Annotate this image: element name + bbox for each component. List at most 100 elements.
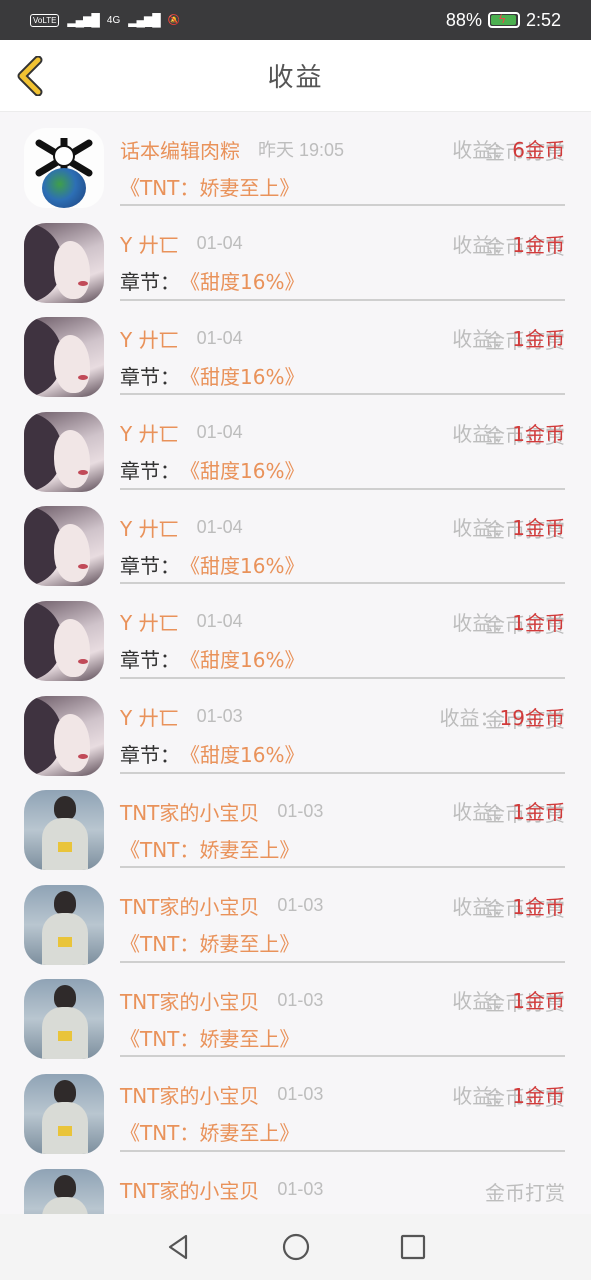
sender-name[interactable]: Y 廾匸 — [120, 324, 179, 353]
earning-label: 收益： — [452, 516, 513, 541]
list-item[interactable]: TNT家的小宝贝 01-03 金币打赏 《TNT：娇妻至上》 收益：1金币 — [0, 869, 591, 965]
timestamp: 01-03 — [196, 706, 243, 727]
chapter-prefix: 章节： — [120, 364, 180, 389]
battery-icon: ϟ — [487, 12, 520, 28]
earning-value: 1金币 — [512, 989, 565, 1014]
avatar[interactable] — [24, 600, 104, 681]
avatar[interactable] — [24, 884, 104, 965]
status-right: 88% ϟ 2:52 — [446, 10, 561, 31]
avatar[interactable] — [24, 1073, 104, 1154]
work-title[interactable]: 《甜度16%》 — [180, 266, 304, 295]
list-item-content: Y 廾匸 01-04 金币打赏 章节： 《甜度16%》 收益：1金币 — [120, 227, 565, 301]
list-item[interactable]: Y 廾匸 01-03 金币打赏 章节： 《甜度16%》 收益：19金币 — [0, 680, 591, 776]
timestamp: 01-04 — [196, 516, 243, 537]
battery-percent: 88% — [445, 9, 482, 30]
sender-name[interactable]: TNT家的小宝贝 — [120, 1175, 259, 1204]
work-title[interactable]: 《TNT：娇妻至上》 — [120, 834, 299, 863]
sender-name[interactable]: Y 廾匸 — [120, 229, 179, 258]
work-title[interactable]: 《甜度16%》 — [180, 361, 304, 390]
list-item-content: Y 廾匸 01-03 金币打赏 章节： 《甜度16%》 收益：19金币 — [120, 700, 565, 774]
avatar[interactable] — [24, 695, 104, 776]
earning-label: 收益： — [452, 232, 513, 257]
avatar[interactable] — [24, 790, 104, 871]
avatar[interactable] — [24, 222, 104, 303]
square-recents-icon[interactable] — [398, 1232, 428, 1262]
earning-value: 1金币 — [512, 800, 565, 825]
list-item[interactable]: TNT家的小宝贝 01-03 金币打赏 《TNT：娇妻至上》 收益：1金币 — [0, 774, 591, 871]
list-item-content: Y 廾匸 01-04 金币打赏 章节： 《甜度16%》 收益：1金币 — [120, 321, 565, 396]
avatar[interactable] — [24, 411, 104, 492]
timestamp: 昨天 19:05 — [258, 140, 345, 160]
list-item[interactable]: Y 廾匸 01-04 金币打赏 章节： 《甜度16%》 收益：1金币 — [0, 585, 591, 681]
list-item[interactable]: Y 廾匸 01-04 金币打赏 章节： 《甜度16%》 收益：1金币 — [0, 207, 591, 303]
sender-name[interactable]: Y 廾匸 — [120, 418, 179, 447]
list-item-content: Y 廾匸 01-04 金币打赏 章节： 《甜度16%》 收益：1金币 — [120, 510, 565, 585]
sender-name[interactable]: Y 廾匸 — [120, 513, 179, 542]
work-title[interactable]: 《TNT：娇妻至上》 — [120, 928, 299, 957]
earning: 收益：1金币 — [452, 607, 565, 636]
earning-label: 收益： — [452, 1083, 513, 1108]
sender-name[interactable]: 话本编辑肉粽 — [120, 135, 240, 164]
sender-name[interactable]: TNT家的小宝贝 — [120, 797, 259, 826]
earning: 收益：19金币 — [440, 702, 565, 731]
avatar[interactable] — [24, 317, 104, 398]
sender-name[interactable]: TNT家的小宝贝 — [120, 1080, 259, 1109]
chevron-left-icon[interactable] — [14, 56, 48, 96]
volte-badge: VoLTE — [30, 13, 60, 27]
list-item[interactable]: TNT家的小宝贝 01-03 金币打赏 《TNT：娇妻至上》 收益：1金币 — [0, 1058, 591, 1154]
earning-label: 收益： — [452, 327, 513, 352]
system-nav-bar — [0, 1214, 591, 1280]
earning-label: 收益： — [452, 989, 513, 1014]
earning-value: 1金币 — [512, 232, 565, 257]
signal-icon: ▂▄▆█ — [67, 13, 99, 27]
sender-name[interactable]: Y 廾匸 — [120, 607, 179, 636]
sender-name[interactable]: TNT家的小宝贝 — [120, 891, 259, 920]
triangle-back-icon[interactable] — [164, 1232, 194, 1262]
circle-home-icon[interactable] — [281, 1232, 311, 1262]
earning: 收益：1金币 — [452, 323, 565, 352]
earning-value: 1金币 — [512, 516, 565, 541]
list-item-content: TNT家的小宝贝 01-03 金币打赏 《TNT：娇妻至上》 收益：1金币 — [120, 983, 565, 1058]
work-title[interactable]: 《TNT：娇妻至上》 — [120, 1023, 299, 1052]
chapter-prefix: 章节： — [120, 553, 180, 578]
list-item-content: Y 廾匸 01-04 金币打赏 章节： 《甜度16%》 收益：1金币 — [120, 416, 565, 490]
app-header: 收益 — [0, 40, 591, 112]
list-item-content: TNT家的小宝贝 01-03 金币打赏 《TNT：娇妻至上》 收益：1金币 — [120, 1078, 565, 1152]
work-title[interactable]: 《甜度16%》 — [180, 550, 304, 579]
timestamp: 01-04 — [196, 327, 243, 348]
list-item[interactable]: Y 廾匸 01-04 金币打赏 章节： 《甜度16%》 收益：1金币 — [0, 396, 591, 492]
avatar[interactable] — [24, 128, 104, 208]
earning: 收益：1金币 — [452, 418, 565, 447]
avatar[interactable] — [24, 979, 104, 1060]
reward-type: 金币打赏 — [485, 1180, 565, 1205]
earning-label: 收益： — [452, 610, 513, 635]
list-item-content: 话本编辑肉粽 昨天 19:05 金币打赏 《TNT：娇妻至上》 收益：6金币 — [120, 132, 565, 206]
work-title[interactable]: 《TNT：娇妻至上》 — [120, 172, 299, 201]
earning-value: 1金币 — [512, 1083, 565, 1108]
list-item[interactable]: TNT家的小宝贝 01-03 金币打赏 《TNT：娇妻至上》 收益：1金币 — [0, 963, 591, 1060]
list-item[interactable]: Y 廾匸 01-04 金币打赏 章节： 《甜度16%》 收益：1金币 — [0, 301, 591, 398]
clock: 2:52 — [525, 9, 561, 30]
earning: 收益：1金币 — [452, 985, 565, 1014]
list-item[interactable]: Y 廾匸 01-04 金币打赏 章节： 《甜度16%》 收益：1金币 — [0, 490, 591, 587]
timestamp: 01-03 — [277, 1179, 324, 1200]
earning: 收益：1金币 — [452, 796, 565, 825]
earnings-list: 话本编辑肉粽 昨天 19:05 金币打赏 《TNT：娇妻至上》 收益：6金币 Y 廾匸 01… — [0, 112, 591, 1249]
list-item[interactable]: 话本编辑肉粽 昨天 19:05 金币打赏 《TNT：娇妻至上》 收益：6金币 — [0, 112, 591, 208]
earning-label: 收益： — [452, 894, 513, 919]
sender-name[interactable]: Y 廾匸 — [120, 702, 179, 731]
avatar[interactable] — [24, 506, 104, 587]
work-title[interactable]: 《甜度16%》 — [180, 455, 304, 484]
status-bar: VoLTE ▂▄▆█ 4G ▂▄▆█ 🔕 88% ϟ 2:52 — [0, 0, 591, 40]
work-title[interactable]: 《甜度16%》 — [180, 739, 304, 768]
earning: 收益：1金币 — [452, 229, 565, 258]
earning-value: 19金币 — [499, 705, 565, 730]
work-title[interactable]: 《甜度16%》 — [180, 644, 304, 673]
signal-icon-2: ▂▄▆█ — [128, 13, 160, 27]
work-title[interactable]: 《TNT：娇妻至上》 — [120, 1117, 299, 1146]
chapter-prefix: 章节： — [120, 648, 180, 673]
timestamp: 01-04 — [196, 611, 243, 632]
sender-name[interactable]: TNT家的小宝贝 — [120, 986, 259, 1015]
timestamp: 01-04 — [196, 422, 243, 443]
earning-label: 收益： — [452, 421, 513, 446]
